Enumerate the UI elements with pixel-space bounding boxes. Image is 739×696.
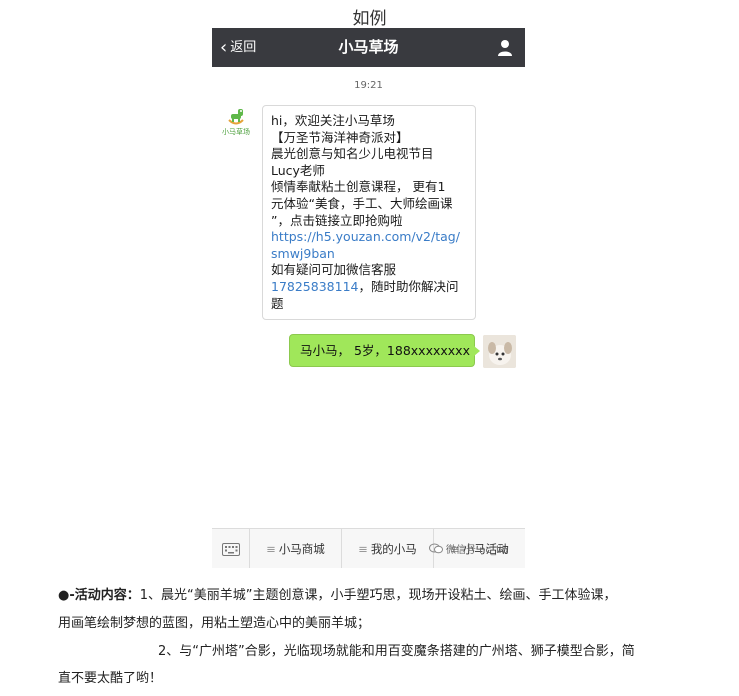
message-link[interactable]: https://h5.youzan.com/v2/tag/ — [271, 229, 467, 246]
rocking-horse-logo-icon — [228, 109, 244, 125]
message-line: hi，欢迎关注小马草场 — [271, 113, 395, 128]
navigation-bar: ‹ 返回 小马草场 — [212, 28, 525, 67]
menu-item-shop[interactable]: ≡ 小马商城 — [250, 529, 342, 568]
menu-item-label: 小马商城 — [278, 542, 325, 556]
profile-icon[interactable] — [497, 39, 513, 56]
bot-avatar[interactable]: 小马草场 — [220, 106, 252, 146]
message-line: 如有疑问可加微信客服 — [271, 262, 397, 278]
bot-avatar-text: 小马草场 — [222, 128, 250, 136]
chevron-left-icon: ‹ — [220, 37, 228, 58]
chat-title: 小马草场 — [338, 38, 399, 56]
article-paragraph-1: ●-活动内容：1、晨光“美丽羊城”主题创意课，小手塑巧思，现场开设粘土、绘画、手… — [58, 584, 718, 603]
example-heading: 如例 — [352, 9, 387, 29]
message-line: Lucy老师 — [271, 162, 325, 178]
article-paragraph-1-line-2: 用画笔绘制梦想的蓝图，用粘土塑造心中的美丽羊城； — [58, 616, 371, 631]
chat-screenshot: ‹ 返回 小马草场 19:21 小马草场 hi，欢迎关注小马草场 【万圣节海洋神… — [212, 28, 525, 568]
dog-photo-icon — [483, 335, 516, 368]
message-line: 题 — [271, 295, 284, 311]
message-timestamp: 19:21 — [354, 80, 383, 91]
back-label: 返回 — [230, 40, 257, 55]
message-line: 元体验“美食，手工、大师绘画课 — [271, 195, 453, 211]
message-line: ”，点击链接立即抢购啦 — [271, 212, 403, 228]
watermark-text: 微信号 nc_lib — [446, 545, 508, 556]
keyboard-toggle[interactable] — [212, 529, 250, 568]
message-line: 倾情奉献粘土创意课程， 更有1 — [271, 179, 446, 195]
message-line: 晨光创意与知名少儿电视节目 — [271, 146, 434, 162]
menu-item-my[interactable]: ≡ 我的小马 — [342, 529, 434, 568]
service-phone-link[interactable]: 17825838114 — [271, 279, 358, 294]
menu-list-icon: ≡ — [358, 542, 368, 556]
paragraph-text: 1、晨光“美丽羊城”主题创意课，小手塑巧思，现场开设粘土、绘画、手工体验课， — [139, 588, 617, 603]
menu-list-icon: ≡ — [266, 542, 276, 556]
incoming-message-bubble: hi，欢迎关注小马草场 【万圣节海洋神奇派对】 晨光创意与知名少儿电视节目 Lu… — [262, 105, 476, 321]
bullet: ● — [58, 588, 70, 603]
wechat-logo-icon — [429, 543, 443, 554]
back-button[interactable]: ‹ 返回 — [220, 28, 256, 67]
article-paragraph-2: 2、与“广州塔”合影，光临现场就能和用百变魔条搭建的广州塔、狮子模型合影，简 — [158, 644, 635, 659]
wechat-watermark: 微信号 nc_lib — [429, 541, 508, 556]
message-link[interactable]: smwj9ban — [271, 246, 467, 263]
keyboard-icon — [221, 542, 240, 556]
user-avatar[interactable] — [483, 335, 516, 368]
message-line: ，随时助你解决问 — [358, 278, 459, 294]
outgoing-message-bubble: 马小马， 5岁，188xxxxxxxx — [289, 334, 480, 367]
menu-item-label: 我的小马 — [370, 542, 417, 556]
section-label: -活动内容： — [69, 588, 140, 603]
article-paragraph-2-line-2: 直不要太酷了哟！ — [58, 671, 163, 686]
message-line: 【万圣节海洋神奇派对】 — [271, 129, 409, 145]
